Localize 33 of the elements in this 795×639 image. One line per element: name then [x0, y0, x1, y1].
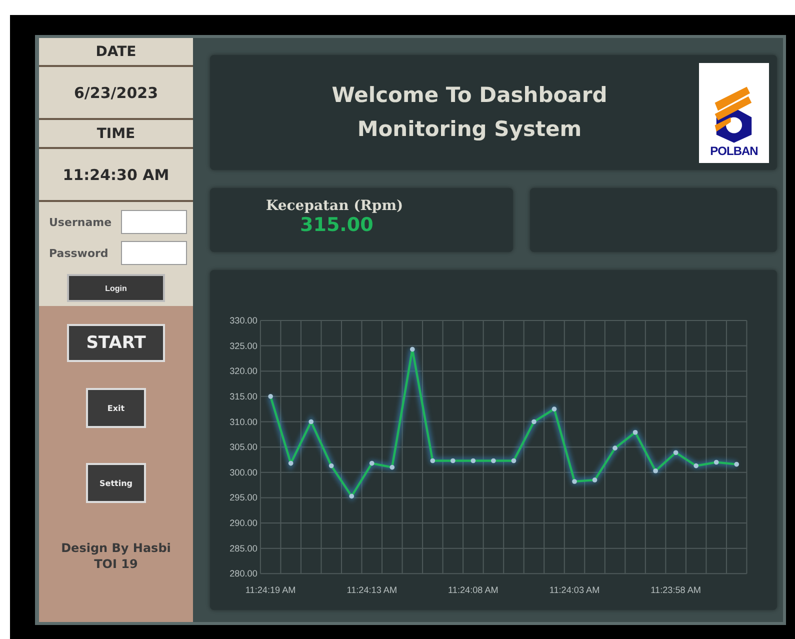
y-axis-label: 330.00: [230, 315, 258, 326]
y-axis-label: 285.00: [230, 543, 258, 554]
x-axis-label: 11:24:19 AM: [245, 584, 296, 595]
y-axis-label: 280.00: [230, 568, 258, 579]
login-button[interactable]: Login: [67, 274, 165, 302]
sidebar-button[interactable]: START: [67, 324, 165, 362]
sidebar-button[interactable]: Setting: [86, 463, 146, 503]
sidebar-button[interactable]: Exit: [86, 388, 146, 428]
username-label: Username: [49, 216, 112, 228]
metric-value: 315.00: [300, 214, 374, 236]
y-axis-label: 305.00: [230, 442, 258, 452]
x-axis-label: 11:24:03 AM: [549, 584, 600, 595]
time-label: TIME: [39, 120, 193, 149]
y-axis-label: 310.00: [230, 416, 258, 427]
y-axis-label: 320.00: [230, 366, 258, 376]
y-axis-label: 325.00: [230, 340, 258, 351]
logo-text: POLBAN: [710, 144, 758, 158]
time-value: 11:24:30 AM: [39, 149, 193, 202]
date-value: 6/23/2023: [39, 67, 193, 120]
credit-text: Design By Hasbi TOI 19: [61, 540, 171, 572]
x-axis-label: 11:24:13 AM: [346, 584, 398, 595]
date-label: DATE: [39, 38, 193, 67]
password-field[interactable]: [121, 241, 187, 265]
y-axis-label: 315.00: [230, 391, 258, 402]
y-axis-label: 290.00: [230, 518, 258, 528]
dashboard-title: Welcome To Dashboard Monitoring System: [330, 82, 608, 142]
password-label: Password: [49, 246, 108, 260]
y-axis-label: 300.00: [230, 467, 258, 478]
metric-label: Kecepatan (Rpm): [266, 198, 404, 214]
username-field[interactable]: [121, 210, 187, 234]
y-axis-label: 295.00: [230, 492, 258, 503]
x-axis-label: 11:23:58 AM: [650, 584, 701, 595]
x-axis-label: 11:24:08 AM: [448, 584, 498, 595]
